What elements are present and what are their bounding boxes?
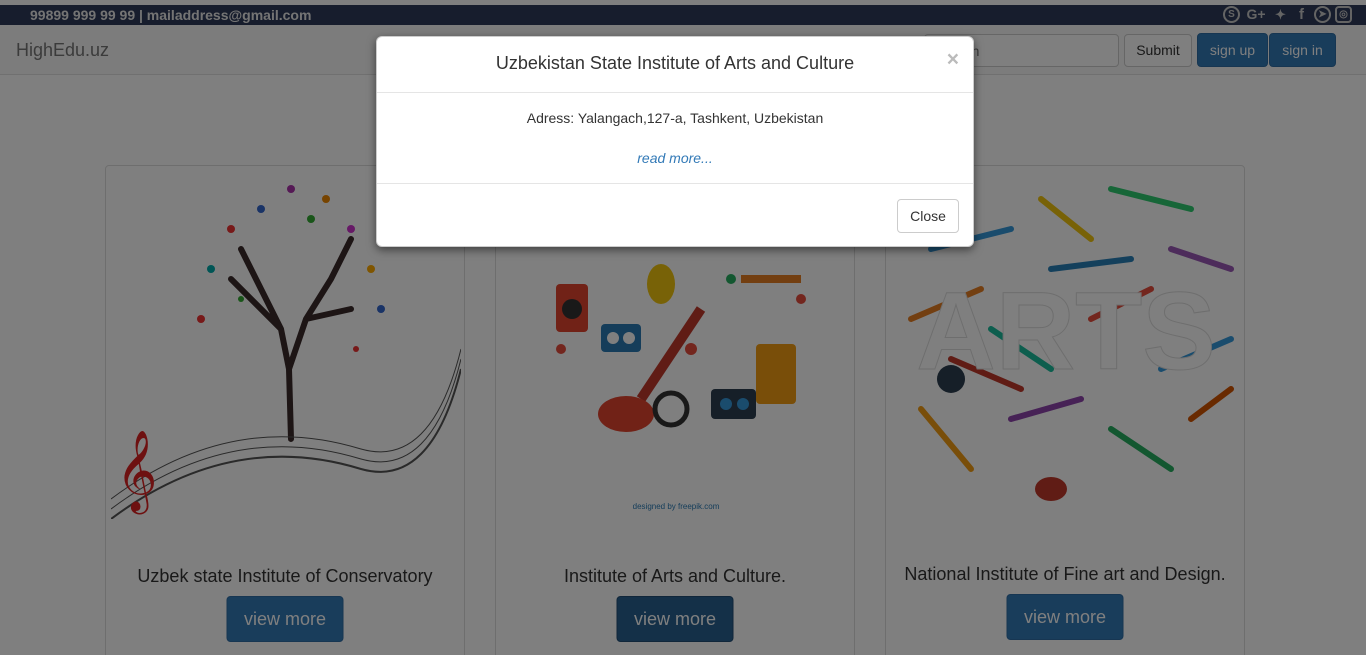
read-more-link[interactable]: read more...	[377, 150, 973, 166]
address-text: Adress: Yalangach,127-a, Tashkent, Uzbek…	[526, 110, 824, 126]
modal-header: Uzbekistan State Institute of Arts and C…	[377, 37, 973, 93]
close-button[interactable]: Close	[897, 199, 959, 233]
close-icon[interactable]: ×	[947, 49, 959, 70]
modal-body: Adress: Yalangach,127-a, Tashkent, Uzbek…	[377, 93, 973, 183]
institute-modal: Uzbekistan State Institute of Arts and C…	[376, 36, 974, 247]
modal-title: Uzbekistan State Institute of Arts and C…	[495, 53, 855, 73]
modal-footer: Close	[377, 183, 973, 248]
